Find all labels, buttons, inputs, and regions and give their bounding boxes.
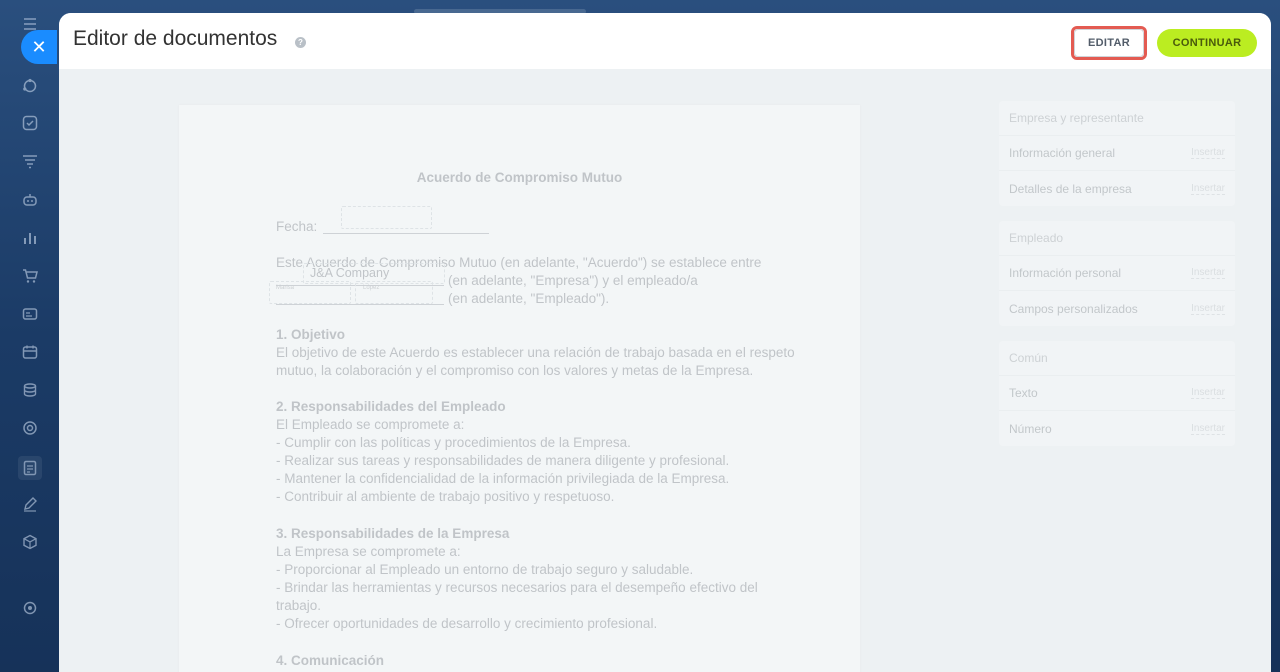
document-page: Acuerdo de Compromiso Mutuo Fecha: Este … xyxy=(179,105,860,672)
sign-icon[interactable] xyxy=(20,494,40,514)
insert-link[interactable]: Insertar xyxy=(1191,183,1225,195)
panel-row-text[interactable]: Texto Insertar xyxy=(999,376,1235,411)
section-1-line-2: mutuo, la colaboración y el compromiso c… xyxy=(276,363,754,378)
documents-icon[interactable] xyxy=(18,456,42,480)
insert-link[interactable]: Insertar xyxy=(1191,303,1225,315)
section-3-line-4: trabajo. xyxy=(276,598,322,613)
panel-company-header: Empresa y representante xyxy=(999,101,1235,136)
document-editor-slider: Editor de documentos ? EDITAR CONTINUAR … xyxy=(59,13,1271,672)
settings-icon[interactable] xyxy=(20,598,40,618)
panel-employee: Empleado Información personal Insertar Ca… xyxy=(999,221,1235,326)
insert-link[interactable]: Insertar xyxy=(1191,267,1225,279)
continue-button[interactable]: CONTINUAR xyxy=(1157,29,1257,57)
page-title: Editor de documentos xyxy=(73,27,278,50)
insert-link[interactable]: Insertar xyxy=(1191,423,1225,435)
panel-company: Empresa y representante Información gene… xyxy=(999,101,1235,206)
left-sidebar xyxy=(0,0,60,672)
section-2-line-1: El Empleado se compromete a: xyxy=(276,417,465,432)
date-field[interactable] xyxy=(341,206,432,229)
section-3-title: 3. Responsabilidades de la Empresa xyxy=(276,526,510,541)
panel-row-general-info[interactable]: Información general Insertar xyxy=(999,136,1235,171)
intro-line-3: (en adelante, "Empleado"). xyxy=(448,291,610,306)
section-2-line-4: - Mantener la confidencialidad de la inf… xyxy=(276,471,730,486)
panel-row-personal-info[interactable]: Información personal Insertar xyxy=(999,256,1235,291)
section-4-title: 4. Comunicación xyxy=(276,653,385,668)
storage-icon[interactable] xyxy=(20,380,40,400)
section-1-line-1: El objetivo de este Acuerdo es establece… xyxy=(276,345,795,360)
panel-common: Común Texto Insertar Número Insertar xyxy=(999,341,1235,446)
panel-row-number[interactable]: Número Insertar xyxy=(999,411,1235,446)
section-1-title: 1. Objetivo xyxy=(276,327,346,342)
robot-icon[interactable] xyxy=(20,190,40,210)
section-3-line-2: - Proporcionar al Empleado un entorno de… xyxy=(276,562,694,577)
analytics-icon[interactable] xyxy=(20,228,40,248)
box-icon[interactable] xyxy=(20,532,40,552)
section-3-line-5: - Ofrecer oportunidades de desarrollo y … xyxy=(276,616,658,631)
contacts-icon[interactable] xyxy=(20,304,40,324)
employee-underline xyxy=(276,291,444,305)
crm-icon[interactable] xyxy=(20,76,40,96)
filter-icon[interactable] xyxy=(20,151,40,171)
insert-link[interactable]: Insertar xyxy=(1191,147,1225,159)
section-3-line-3: - Brindar las herramientas y recursos ne… xyxy=(276,580,758,595)
section-2-line-3: - Realizar sus tareas y responsabilidade… xyxy=(276,453,730,468)
calendar-icon[interactable] xyxy=(20,342,40,362)
panel-common-header: Común xyxy=(999,341,1235,376)
tasks-icon[interactable] xyxy=(20,113,40,133)
section-3-line-1: La Empresa se compromete a: xyxy=(276,544,461,559)
close-slider-button[interactable]: ✕ xyxy=(21,30,57,64)
panel-row-custom-fields[interactable]: Campos personalizados Insertar xyxy=(999,291,1235,326)
cart-icon[interactable] xyxy=(20,266,40,286)
target-icon[interactable] xyxy=(20,418,40,438)
insert-link[interactable]: Insertar xyxy=(1191,387,1225,399)
help-icon[interactable]: ? xyxy=(295,37,306,48)
editor-header: Editor de documentos ? EDITAR CONTINUAR xyxy=(59,13,1271,69)
date-label: Fecha: xyxy=(276,219,318,234)
section-2-line-2: - Cumplir con las políticas y procedimie… xyxy=(276,435,631,450)
section-2-line-5: - Contribuir al ambiente de trabajo posi… xyxy=(276,489,615,504)
section-2-title: 2. Responsabilidades del Empleado xyxy=(276,399,506,414)
document-title: Acuerdo de Compromiso Mutuo xyxy=(416,170,623,185)
intro-line-2: (en adelante, "Empresa") y el empleado/a xyxy=(448,273,698,288)
panel-row-company-details[interactable]: Detalles de la empresa Insertar xyxy=(999,171,1235,206)
edit-button[interactable]: EDITAR xyxy=(1074,29,1144,57)
panel-employee-header: Empleado xyxy=(999,221,1235,256)
close-icon: ✕ xyxy=(31,36,47,57)
